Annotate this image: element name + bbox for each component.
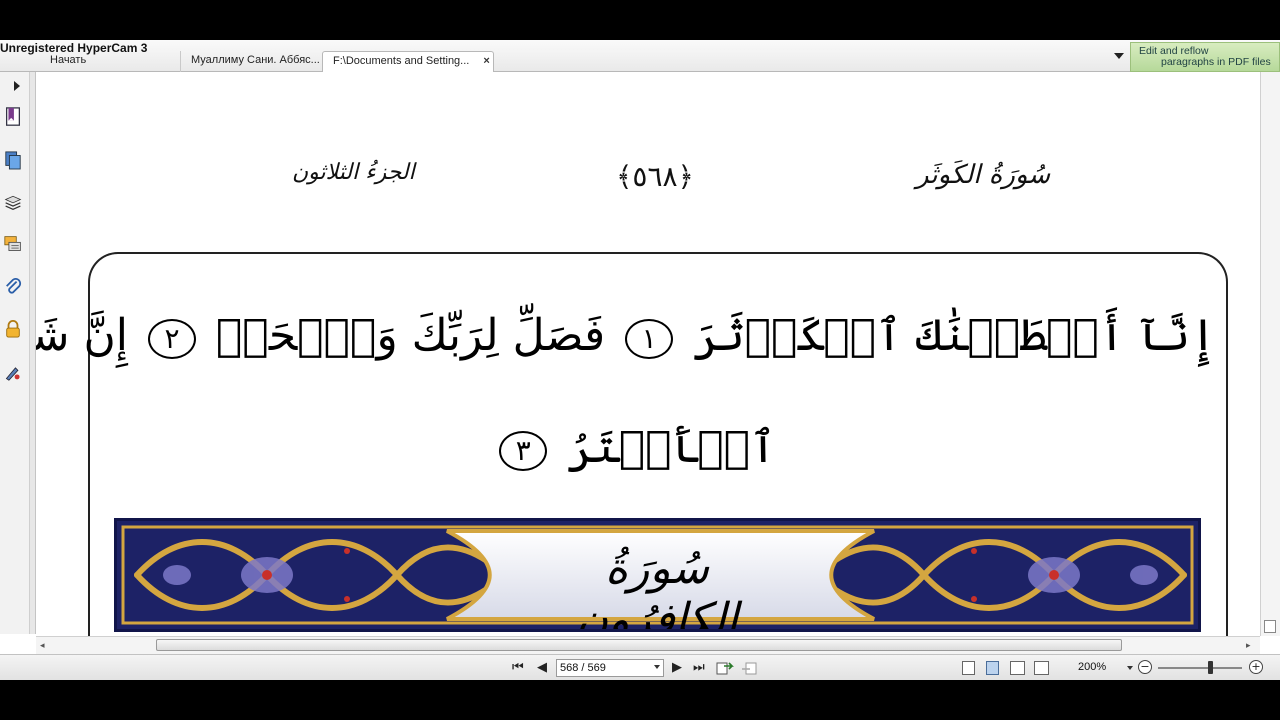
zoom-level[interactable]: 200% <box>1078 661 1106 673</box>
tab-label: Начать <box>50 54 87 66</box>
scroll-left-icon[interactable]: ◂ <box>40 641 45 651</box>
next-page-button[interactable]: ▶ <box>672 660 682 676</box>
next-surah-title: سُورَةُ الكافِرُون <box>575 543 739 632</box>
surah-name-header: سُورَةُ الكَوثَر <box>916 160 1051 190</box>
layers-icon[interactable] <box>4 192 22 212</box>
horizontal-scroll-thumb[interactable] <box>156 639 1122 651</box>
horizontal-scrollbar[interactable]: ◂ ▸ <box>36 636 1260 654</box>
vertical-scrollbar[interactable] <box>1260 72 1280 636</box>
document-view: سُورَةُ الكَوثَر ﴿٥٦٨﴾ الجزءُ الثلاثون إ… <box>36 72 1260 636</box>
page-indicator: 568 / 569 <box>560 662 606 674</box>
zoom-out-button[interactable]: − <box>1138 660 1152 674</box>
bottom-toolbar: ⏮ ◀ 568 / 569 ▶ ⏭ 200% − + <box>0 654 1280 680</box>
bookmark-icon[interactable] <box>4 107 22 127</box>
zoom-in-button[interactable]: + <box>1249 660 1263 674</box>
attachment-icon[interactable] <box>4 277 22 297</box>
promo-line-2: paragraphs in PDF files <box>1161 56 1271 68</box>
signature-icon[interactable] <box>4 362 22 382</box>
tab-bar: Начать Муаллиму Сани. Аббяс... F:\Docume… <box>0 40 1280 72</box>
single-page-view-button[interactable] <box>962 661 975 675</box>
ayah-number-marker: ١ <box>625 318 674 359</box>
ayah-number-marker: ٢ <box>148 318 197 359</box>
surah-title-banner: سُورَةُ الكافِرُون <box>114 518 1201 632</box>
last-page-button[interactable]: ⏭ <box>693 660 705 676</box>
juz-header: الجزءُ الثلاثون <box>292 160 415 185</box>
tab-document-1[interactable]: Муаллиму Сани. Аббяс... <box>180 51 320 72</box>
chevron-down-icon[interactable] <box>654 665 660 669</box>
previous-view-icon[interactable] <box>716 660 734 676</box>
continuous-facing-view-button[interactable] <box>1034 661 1049 675</box>
facing-view-button[interactable] <box>1010 661 1025 675</box>
zoom-slider-track[interactable] <box>1158 667 1242 669</box>
verse-line-2: ٱلۡأَبۡتَرُ ٣ <box>499 422 776 473</box>
close-tab-button[interactable]: × <box>483 55 489 67</box>
verse-text: ٱلۡأَبۡتَرُ <box>567 422 776 473</box>
verse-text: إِنَّآ أَعۡطَيۡنَٰكَ ٱلۡكَوۡثَرَ <box>693 310 1216 361</box>
navigation-sidebar <box>0 72 30 634</box>
pages-icon[interactable] <box>4 150 22 170</box>
tab-label: Муаллиму Сани. Аббяс... <box>191 54 320 66</box>
tab-list-dropdown-icon[interactable] <box>1114 53 1124 59</box>
screen: Начать Муаллиму Сани. Аббяс... F:\Docume… <box>0 0 1280 720</box>
verse-line-1: إِنَّآ أَعۡطَيۡنَٰكَ ٱلۡكَوۡثَرَ ١ فَصَل… <box>36 310 1216 361</box>
verse-text: إِنَّ شَانِئَكَ هُوَ <box>36 310 129 361</box>
continuous-view-button[interactable] <box>986 661 999 675</box>
recorder-watermark: Unregistered HyperCam 3 <box>0 41 148 55</box>
zoom-slider-thumb[interactable] <box>1208 661 1213 674</box>
page-number-ornament: ﴿٥٦٨﴾ <box>616 160 694 193</box>
security-lock-icon[interactable] <box>4 319 22 339</box>
vertical-scroll-thumb[interactable] <box>1264 620 1276 633</box>
comments-icon[interactable] <box>4 234 22 254</box>
expand-sidebar-icon[interactable] <box>14 81 20 91</box>
first-page-button[interactable]: ⏮ <box>512 660 524 676</box>
tab-label: F:\Documents and Setting... <box>333 55 470 67</box>
edit-reflow-promo-banner[interactable]: Edit and reflow paragraphs in PDF files <box>1130 42 1280 72</box>
previous-page-button[interactable]: ◀ <box>537 660 547 676</box>
scroll-right-icon[interactable]: ▸ <box>1246 641 1251 651</box>
verse-text: فَصَلِّ لِرَبِّكَ وَٱنۡحَرۡ <box>216 310 606 361</box>
ayah-number-marker: ٣ <box>499 430 548 471</box>
pdf-viewer-window: Начать Муаллиму Сани. Аббяс... F:\Docume… <box>0 40 1280 680</box>
next-view-icon[interactable] <box>740 660 758 676</box>
zoom-dropdown-icon[interactable] <box>1127 666 1133 670</box>
page-number-field[interactable]: 568 / 569 <box>556 659 664 677</box>
tab-document-2[interactable]: F:\Documents and Setting... × <box>322 51 494 72</box>
